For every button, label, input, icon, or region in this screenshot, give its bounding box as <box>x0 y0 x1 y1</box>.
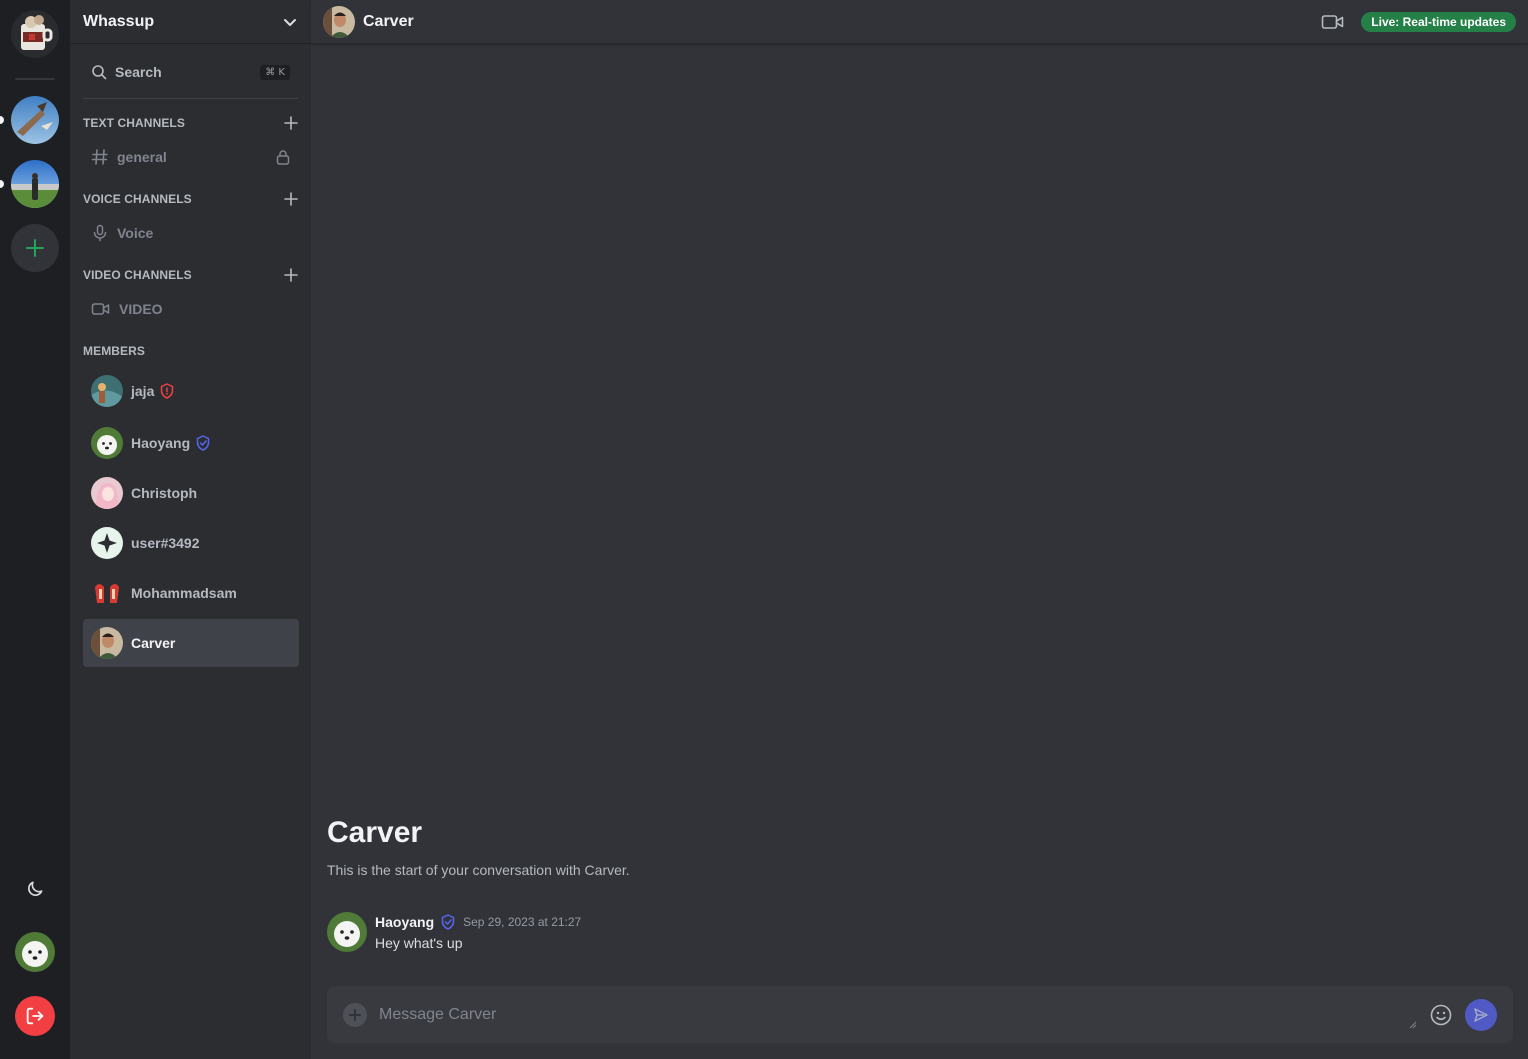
search-label: Search <box>115 64 162 80</box>
video-camera-icon <box>1321 14 1344 29</box>
send-button[interactable] <box>1465 998 1497 1031</box>
conversation-intro-subtitle: This is the start of your conversation w… <box>327 862 630 878</box>
search-button[interactable]: Search ⌘ K <box>83 56 298 88</box>
avatar <box>91 577 123 609</box>
category-label: TEXT CHANNELS <box>83 116 185 130</box>
attach-button[interactable] <box>343 1002 367 1027</box>
chevron-down-icon[interactable] <box>282 14 298 30</box>
add-server-button[interactable] <box>11 224 59 272</box>
search-icon <box>92 65 107 80</box>
server-name: Whassup <box>83 12 155 30</box>
member-name: Haoyang <box>131 435 191 451</box>
member-name: jaja <box>131 383 155 399</box>
recipient-name: Carver <box>363 12 414 30</box>
live-status-badge: Live: Real-time updates <box>1361 11 1516 32</box>
add-video-channel-plus-icon[interactable] <box>284 268 298 282</box>
send-icon <box>1474 1007 1488 1022</box>
channel-item-voice[interactable]: Voice <box>83 217 298 249</box>
resize-handle[interactable] <box>1409 1021 1417 1029</box>
member-name: Christoph <box>131 485 198 501</box>
avatar <box>91 527 123 559</box>
admin-shield-icon <box>161 383 174 399</box>
conversation-header: Carver Live: Real-time updates <box>311 0 1528 44</box>
message-author[interactable]: Haoyang <box>375 914 434 930</box>
search-shortcut: ⌘ K <box>260 64 290 80</box>
server-unread-indicator <box>0 116 4 124</box>
hash-icon <box>91 149 108 165</box>
message-input[interactable] <box>379 1005 1401 1024</box>
app-window: Whassup Search ⌘ K TEXT CHANNELS general… <box>0 0 1528 1059</box>
moderator-shield-icon <box>441 914 455 930</box>
theme-toggle-button[interactable] <box>22 876 48 902</box>
channel-sidebar: Whassup Search ⌘ K TEXT CHANNELS general… <box>70 0 311 1059</box>
add-text-channel-plus-icon[interactable] <box>284 116 298 130</box>
member-name: Mohammadsam <box>131 585 237 601</box>
channel-item-video[interactable]: VIDEO <box>83 293 298 325</box>
channel-label: Voice <box>117 225 154 241</box>
smiley-icon <box>1430 1004 1452 1025</box>
members-label: MEMBERS <box>83 344 146 358</box>
start-video-call-button[interactable] <box>1321 13 1345 31</box>
message-timestamp: Sep 29, 2023 at 21:27 <box>463 915 582 929</box>
category-label: VIDEO CHANNELS <box>83 268 192 282</box>
add-voice-channel-plus-icon[interactable] <box>284 192 298 206</box>
message-composer <box>327 986 1513 1043</box>
channel-label: VIDEO <box>119 301 163 317</box>
channel-label: general <box>117 149 167 165</box>
member-name: user#3492 <box>131 535 200 551</box>
conversation-intro-title: Carver <box>327 816 423 849</box>
conversation-panel: Carver Live: Real-time updates Carver Th… <box>311 0 1528 1059</box>
member-name: Carver <box>131 635 176 651</box>
recipient-avatar[interactable] <box>323 5 355 38</box>
divider <box>83 98 298 99</box>
resize-grip-icon <box>1409 1021 1417 1029</box>
current-user-avatar[interactable] <box>15 932 55 972</box>
lock-icon <box>276 150 290 165</box>
category-voice-channels: VOICE CHANNELS <box>83 189 298 209</box>
avatar <box>91 627 123 659</box>
member-item-user3492[interactable]: user#3492 <box>83 519 299 567</box>
message-author-avatar[interactable] <box>327 912 367 952</box>
member-item-carver[interactable]: Carver <box>83 619 299 667</box>
member-item-jaja[interactable]: jaja <box>83 367 299 415</box>
avatar <box>91 477 123 509</box>
plus-icon <box>26 239 44 257</box>
moderator-shield-icon <box>196 435 210 451</box>
avatar <box>91 375 123 407</box>
category-text-channels: TEXT CHANNELS <box>83 113 298 133</box>
server-rail <box>0 0 70 1059</box>
member-item-haoyang[interactable]: Haoyang <box>83 419 299 467</box>
server-header[interactable]: Whassup <box>70 0 311 44</box>
message-item: Haoyang Sep 29, 2023 at 21:27 Hey what's… <box>327 912 1507 954</box>
logout-button[interactable] <box>15 996 55 1036</box>
logout-icon <box>26 1007 44 1025</box>
member-item-christoph[interactable]: Christoph <box>83 469 299 517</box>
server-unread-indicator <box>0 180 4 188</box>
emoji-button[interactable] <box>1429 1003 1453 1027</box>
server-icon-birds[interactable] <box>11 96 59 144</box>
avatar <box>91 427 123 459</box>
category-video-channels: VIDEO CHANNELS <box>83 265 298 285</box>
server-separator <box>15 78 55 80</box>
message-text: Hey what's up <box>375 935 463 951</box>
member-item-mohammadsam[interactable]: Mohammadsam <box>83 569 299 617</box>
plus-icon <box>349 1008 361 1021</box>
category-members: MEMBERS <box>83 341 298 361</box>
video-camera-icon <box>91 303 110 315</box>
channel-item-general[interactable]: general <box>83 141 298 173</box>
category-label: VOICE CHANNELS <box>83 192 192 206</box>
microphone-icon <box>93 224 107 242</box>
server-icon-field[interactable] <box>11 160 59 208</box>
moon-icon <box>28 881 43 896</box>
home-server-icon[interactable] <box>11 10 59 58</box>
